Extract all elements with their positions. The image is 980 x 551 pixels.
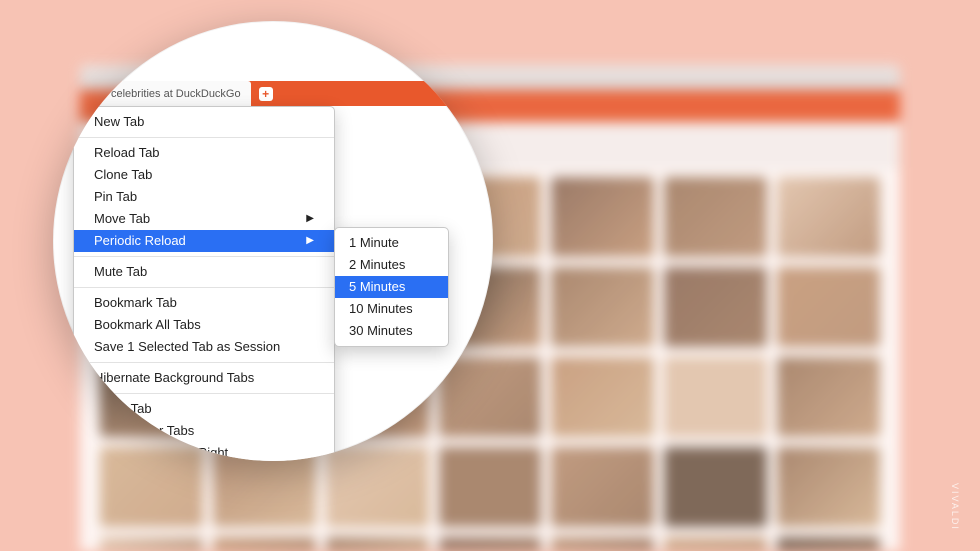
menu-item-close-tabs-to-the-right[interactable]: Close Tabs to the Right: [74, 442, 334, 461]
menu-item-close-tab[interactable]: Close Tab: [74, 398, 334, 420]
menu-item-bookmark-tab[interactable]: Bookmark Tab: [74, 292, 334, 314]
menu-item-label: Periodic Reload: [94, 232, 186, 250]
menu-item-move-tab[interactable]: Move Tab ▶: [74, 208, 334, 230]
submenu-item-2-minutes[interactable]: 2 Minutes: [335, 254, 448, 276]
menu-item-hibernate-background-tabs[interactable]: Hibernate Background Tabs: [74, 367, 334, 389]
periodic-reload-submenu: 1 Minute2 Minutes5 Minutes10 Minutes30 M…: [334, 227, 449, 347]
submenu-arrow-icon: ▶: [306, 210, 314, 228]
menu-item-label: Save 1 Selected Tab as Session: [94, 338, 280, 356]
menu-item-save-1-selected-tab-as-session[interactable]: Save 1 Selected Tab as Session: [74, 336, 334, 358]
new-tab-button[interactable]: +: [259, 87, 273, 101]
menu-item-label: Close Tab: [94, 400, 152, 418]
submenu-item-10-minutes[interactable]: 10 Minutes: [335, 298, 448, 320]
menu-separator: [74, 362, 334, 363]
menu-item-bookmark-all-tabs[interactable]: Bookmark All Tabs: [74, 314, 334, 336]
menu-item-label: Move Tab: [94, 210, 150, 228]
vivaldi-watermark: VIVALDI: [950, 483, 960, 531]
menu-item-label: Pin Tab: [94, 188, 137, 206]
menu-item-label: Reload Tab: [94, 144, 160, 162]
menu-item-close-other-tabs[interactable]: Close Other Tabs: [74, 420, 334, 442]
menu-item-label: New Tab: [94, 113, 144, 131]
menu-item-label: Bookmark Tab: [94, 294, 177, 312]
submenu-item-30-minutes[interactable]: 30 Minutes: [335, 320, 448, 342]
menu-item-reload-tab[interactable]: Reload Tab: [74, 142, 334, 164]
submenu-item-5-minutes[interactable]: 5 Minutes: [335, 276, 448, 298]
menu-item-label: Hibernate Background Tabs: [94, 369, 254, 387]
menu-item-new-tab[interactable]: New Tab: [74, 111, 334, 133]
menu-item-label: Clone Tab: [94, 166, 152, 184]
menu-item-periodic-reload[interactable]: Periodic Reload ▶: [74, 230, 334, 252]
menu-item-pin-tab[interactable]: Pin Tab: [74, 186, 334, 208]
tab-title: celebrities at DuckDuckGo: [111, 88, 241, 100]
submenu-item-1-minute[interactable]: 1 Minute: [335, 232, 448, 254]
menu-item-label: Mute Tab: [94, 263, 147, 281]
menu-item-clone-tab[interactable]: Clone Tab: [74, 164, 334, 186]
menu-item-label: Bookmark All Tabs: [94, 316, 201, 334]
menu-separator: [74, 287, 334, 288]
active-tab[interactable]: celebrities at DuckDuckGo: [83, 81, 251, 106]
tab-context-menu: New Tab Reload Tab Clone Tab Pin Tab Move Ta…: [73, 106, 335, 461]
menu-item-label: Close Other Tabs: [94, 422, 194, 440]
submenu-arrow-icon: ▶: [306, 232, 314, 250]
menu-separator: [74, 256, 334, 257]
menu-item-mute-tab[interactable]: Mute Tab: [74, 261, 334, 283]
tab-strip: celebrities at DuckDuckGo +: [53, 81, 493, 106]
menu-item-label: Close Tabs to the Right: [94, 444, 228, 461]
magnified-view: celebrities at DuckDuckGo + New Tab Reloa…: [53, 21, 493, 461]
menu-separator: [74, 137, 334, 138]
menu-separator: [74, 393, 334, 394]
duckduckgo-favicon: [93, 88, 105, 100]
